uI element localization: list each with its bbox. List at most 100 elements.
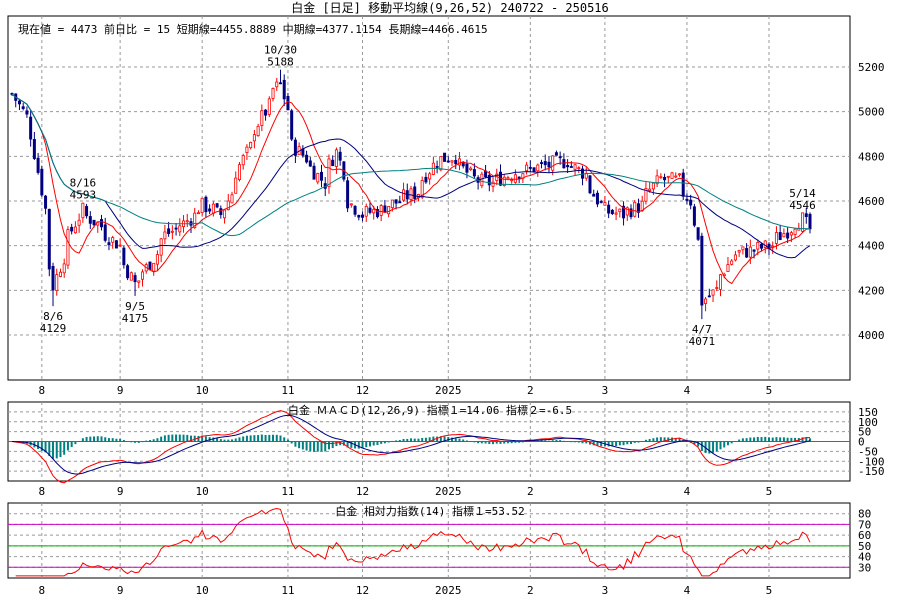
price-annotation-2: 9/54175 — [122, 300, 149, 325]
price-panel-frame — [7, 15, 851, 381]
candle-body — [558, 156, 562, 159]
candle-body — [271, 88, 275, 99]
macd-hist-bar — [637, 441, 640, 443]
macd-hist-bar — [298, 441, 301, 449]
macd-hist-bar — [626, 441, 629, 445]
candle-body — [234, 177, 238, 194]
candle-body — [107, 242, 111, 246]
candle-body — [670, 172, 674, 179]
candle-body — [278, 82, 282, 85]
macd-hist-bar — [749, 437, 752, 442]
ma-line-52 — [11, 93, 811, 237]
macd-hist-bar — [115, 438, 118, 442]
x-axis-label-1: 4 — [684, 485, 691, 498]
macd-hist-bar — [134, 441, 137, 443]
candle-body — [163, 231, 167, 240]
candle-body — [88, 216, 92, 224]
annotation-text: 4175 — [122, 312, 149, 325]
candle-body — [379, 205, 383, 216]
macd-hist-bar — [741, 438, 744, 442]
candle-body — [592, 193, 596, 197]
candle-body — [704, 298, 708, 304]
macd-hist-bar — [615, 441, 618, 447]
macd-signal-line — [11, 414, 811, 475]
candle-body — [681, 172, 685, 197]
candle-body — [137, 280, 141, 283]
macd-hist-bar — [320, 441, 323, 452]
candle-body — [651, 182, 655, 190]
macd-hist-bar — [738, 439, 741, 442]
macd-hist-bar — [234, 438, 237, 442]
macd-hist-bar — [566, 441, 569, 442]
macd-hist-bar — [89, 436, 92, 442]
x-axis-label-2: 9 — [117, 584, 124, 597]
x-axis-label-0: 5 — [766, 384, 773, 397]
candle-body — [215, 203, 219, 208]
candle-body — [733, 254, 737, 261]
candle-body — [264, 109, 268, 116]
macd-hist-bar — [387, 441, 390, 443]
macd-hist-bar — [581, 441, 584, 444]
candle-body — [562, 159, 566, 169]
macd-hist-bar — [182, 434, 185, 442]
candle-body — [424, 176, 428, 183]
macd-hist-bar — [249, 435, 252, 442]
candle-body — [334, 149, 338, 167]
macd-hist-bar — [152, 439, 155, 442]
candle-body — [372, 209, 376, 214]
macd-hist-bar — [309, 441, 312, 452]
macd-hist-bar — [245, 435, 248, 442]
candle-body — [331, 159, 335, 167]
macd-hist-bar — [171, 434, 174, 442]
price-summary: 現在値 = 4473 前日比 = 15 短期線=4455.8889 中期線=43… — [18, 22, 488, 36]
candle-body — [480, 173, 484, 187]
candle-body — [338, 151, 342, 161]
candle-body — [446, 160, 450, 163]
candle-body — [719, 274, 723, 290]
macd-hist-bar — [130, 441, 133, 443]
candle-body — [454, 159, 458, 165]
candle-body — [141, 271, 145, 280]
candle-body — [200, 197, 204, 214]
x-axis-label-2: 5 — [766, 584, 773, 597]
macd-hist-bar — [480, 441, 483, 444]
candle-body — [66, 229, 70, 266]
macd-hist-bar — [771, 437, 774, 442]
price-layer: 8/64129 8/164593 9/54175 10/305188 4/74071 5/… — [10, 44, 816, 348]
candle-body — [409, 188, 413, 200]
candle-body — [472, 169, 476, 177]
candle-body — [44, 195, 48, 209]
candle-body — [245, 146, 249, 153]
candle-body — [789, 232, 793, 236]
candle-body — [551, 155, 555, 171]
x-axis-label-1: 10 — [196, 485, 209, 498]
candle-body — [677, 173, 681, 176]
candle-body — [305, 154, 309, 163]
annotation-text: 5188 — [267, 56, 294, 69]
candle-body — [607, 204, 611, 214]
macd-hist-bar — [424, 437, 427, 442]
macd-ytick-label: -150 — [858, 465, 885, 478]
macd-hist-bar — [536, 440, 539, 442]
macd-hist-bar — [283, 437, 286, 442]
macd-hist-bar — [260, 434, 263, 442]
x-axis-label-0: 8 — [39, 384, 46, 397]
x-axis-label-2: 3 — [602, 584, 609, 597]
macd-hist-bar — [533, 440, 536, 442]
macd-hist-bar — [559, 440, 562, 442]
macd-hist-bar — [656, 437, 659, 442]
candle-body — [249, 141, 253, 149]
macd-hist-bar — [357, 441, 360, 449]
macd-hist-bar — [764, 436, 767, 442]
candle-body — [663, 176, 667, 181]
x-axis-label-0: 10 — [196, 384, 209, 397]
macd-hist-bar — [52, 441, 55, 459]
candle-body — [748, 246, 752, 258]
candle-body — [685, 198, 689, 201]
macd-hist-bar — [622, 441, 625, 446]
candle-body — [450, 160, 454, 163]
x-axis-label-0: 2 — [527, 384, 534, 397]
macd-hist-bar — [410, 438, 412, 442]
candle-body — [368, 207, 372, 213]
candle-body — [439, 156, 443, 171]
